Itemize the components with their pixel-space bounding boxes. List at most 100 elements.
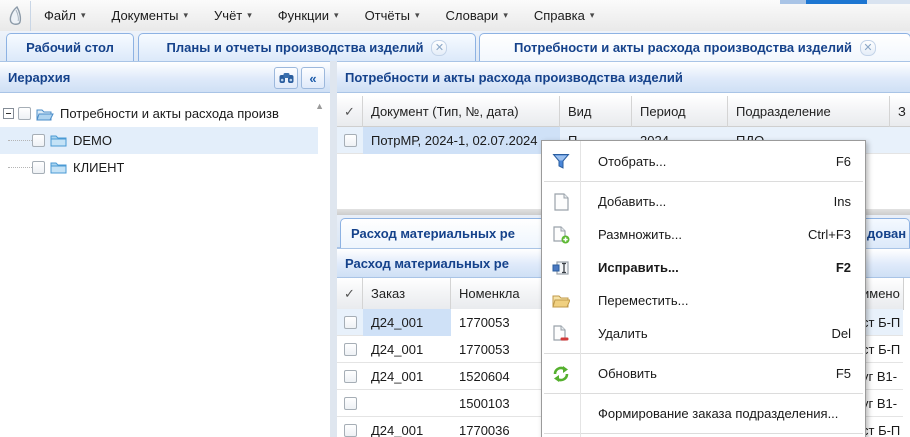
order-cell[interactable]: Д24_001	[363, 417, 451, 437]
row-check-cell[interactable]	[337, 127, 363, 154]
tree-connector	[8, 167, 32, 168]
folder-icon	[50, 134, 67, 147]
check-icon: ✓	[344, 104, 355, 120]
tab-desktop-label: Рабочий стол	[26, 40, 114, 55]
column-header-order[interactable]: Заказ	[363, 278, 451, 309]
application-window: Файл ▾ Документы ▾ Учёт ▾ Функции ▾ Отчё…	[0, 0, 910, 437]
hierarchy-panel: Иерархия «	[0, 61, 330, 437]
chevron-down-icon: ▾	[590, 11, 595, 20]
row-checkbox[interactable]	[344, 370, 357, 383]
tree-connector	[8, 140, 32, 141]
order-cell[interactable]: Д24_001	[363, 309, 451, 336]
column-header-check[interactable]: ✓	[337, 278, 363, 309]
menu-accounting-label: Учёт	[214, 8, 242, 23]
scrollbar-up-icon[interactable]: ▲	[315, 101, 324, 111]
menu-dictionaries[interactable]: Словари ▾	[432, 0, 520, 31]
menu-item-refresh[interactable]: Обновить F5	[542, 357, 865, 390]
tab-plans-reports[interactable]: Планы и отчеты производства изделий ✕	[138, 33, 476, 61]
menu-item-select[interactable]: Отобрать... F6	[542, 145, 865, 178]
menu-separator	[544, 181, 863, 182]
menu-documents[interactable]: Документы ▾	[99, 0, 202, 31]
menu-functions[interactable]: Функции ▾	[265, 0, 352, 31]
tree-root-label: Потребности и акты расхода произв	[60, 106, 279, 121]
app-logo	[0, 1, 31, 31]
tree-row-klient[interactable]: КЛИЕНТ	[0, 154, 318, 181]
tab-needs-acts[interactable]: Потребности и акты расхода производства …	[479, 33, 910, 61]
menu-file-label: Файл	[44, 8, 76, 23]
chevron-down-icon: ▾	[81, 11, 86, 20]
folder-open-icon	[36, 107, 54, 121]
menu-file[interactable]: Файл ▾	[31, 0, 99, 31]
close-icon[interactable]: ✕	[860, 40, 876, 56]
close-icon[interactable]: ✕	[431, 40, 447, 56]
binoculars-icon	[279, 72, 294, 84]
context-menu: Отобрать... F6 Добавить... Ins	[541, 140, 866, 437]
documents-panel-title: Потребности и акты расхода производства …	[345, 70, 683, 85]
row-checkbox[interactable]	[344, 424, 357, 437]
column-header-document[interactable]: Документ (Тип, №, дата)	[363, 96, 560, 127]
vertical-splitter[interactable]	[330, 61, 337, 437]
order-cell[interactable]: Д24_001	[363, 363, 451, 390]
tree-root-checkbox[interactable]	[18, 107, 31, 120]
hierarchy-title: Иерархия	[8, 70, 70, 85]
documents-grid-header: ✓ Документ (Тип, №, дата) Вид Период Под…	[337, 96, 910, 127]
document-tabstrip: Рабочий стол Планы и отчеты производства…	[0, 31, 910, 62]
row-checkbox[interactable]	[344, 316, 357, 329]
menu-functions-label: Функции	[278, 8, 329, 23]
check-icon: ✓	[344, 286, 355, 302]
rename-icon	[552, 260, 570, 276]
document-cell[interactable]: ПотрМР, 2024-1, 02.07.2024	[363, 127, 560, 154]
menu-item-move[interactable]: Переместить...	[542, 284, 865, 317]
collapse-icon: «	[309, 72, 316, 85]
column-header-division[interactable]: Подразделение	[728, 96, 890, 127]
menu-separator	[544, 393, 863, 394]
tree-row-root[interactable]: Потребности и акты расхода произв	[0, 100, 318, 127]
column-header-z[interactable]: З	[890, 96, 910, 127]
menu-item-edit[interactable]: Исправить... F2	[542, 251, 865, 284]
menu-item-form-order[interactable]: Формирование заказа подразделения...	[542, 397, 865, 430]
tab-desktop[interactable]: Рабочий стол	[6, 33, 134, 61]
duplicate-document-icon	[553, 226, 570, 244]
menu-documents-label: Документы	[112, 8, 179, 23]
row-checkbox[interactable]	[344, 343, 357, 356]
column-header-vid[interactable]: Вид	[560, 96, 632, 127]
search-button[interactable]	[274, 67, 298, 89]
order-cell[interactable]: Д24_001	[363, 336, 451, 363]
menu-help-label: Справка	[534, 8, 585, 23]
materials-panel-title: Расход материальных ре	[345, 256, 509, 271]
chevron-down-icon: ▾	[247, 11, 252, 20]
chevron-down-icon: ▾	[184, 11, 189, 20]
menu-help[interactable]: Справка ▾	[521, 0, 608, 31]
column-header-check[interactable]: ✓	[337, 96, 363, 127]
move-folder-icon	[552, 293, 570, 308]
tree-klient-label: КЛИЕНТ	[73, 160, 124, 175]
menu-accounting[interactable]: Учёт ▾	[201, 0, 265, 31]
menu-reports[interactable]: Отчёты ▾	[352, 0, 433, 31]
collapse-panel-button[interactable]: «	[301, 67, 325, 89]
menu-item-add[interactable]: Добавить... Ins	[542, 185, 865, 218]
row-checkbox[interactable]	[344, 134, 357, 147]
new-document-icon	[554, 193, 569, 211]
menu-dictionaries-label: Словари	[445, 8, 498, 23]
hierarchy-tree: Потребности и акты расхода произв DEMO	[0, 93, 330, 437]
order-cell[interactable]	[363, 390, 451, 417]
tree-demo-checkbox[interactable]	[32, 134, 45, 147]
tree-klient-checkbox[interactable]	[32, 161, 45, 174]
delete-document-icon	[553, 325, 570, 343]
menu-separator	[544, 353, 863, 354]
refresh-icon	[552, 365, 570, 383]
column-header-period[interactable]: Период	[632, 96, 728, 127]
collapse-node-icon[interactable]	[3, 108, 14, 119]
shell-logo-icon	[7, 6, 23, 26]
row-checkbox[interactable]	[344, 397, 357, 410]
menu-reports-label: Отчёты	[365, 8, 410, 23]
tree-row-demo[interactable]: DEMO	[0, 127, 318, 154]
chevron-down-icon: ▾	[415, 11, 420, 20]
main-menubar: Файл ▾ Документы ▾ Учёт ▾ Функции ▾ Отчё…	[0, 0, 910, 32]
tab-needs-acts-label: Потребности и акты расхода производства …	[514, 40, 852, 55]
menu-item-delete[interactable]: Удалить Del	[542, 317, 865, 350]
hierarchy-panel-header: Иерархия «	[0, 61, 330, 93]
documents-panel-header: Потребности и акты расхода производства …	[337, 61, 910, 93]
menu-item-duplicate[interactable]: Размножить... Ctrl+F3	[542, 218, 865, 251]
top-edge-decoration	[780, 0, 910, 4]
